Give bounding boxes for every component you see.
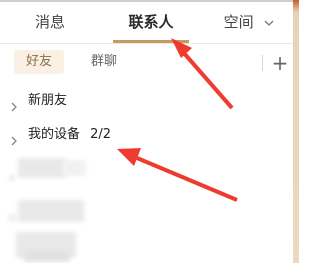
tab-space-label: 空间 xyxy=(223,13,254,31)
blurred-contact xyxy=(24,250,70,262)
window-edge-decoration xyxy=(293,0,299,263)
chevron-right-icon xyxy=(10,96,18,122)
blurred-contact xyxy=(18,158,66,178)
tab-contacts-label: 联系人 xyxy=(128,13,174,31)
chevron-right-icon xyxy=(10,130,18,156)
segment-groups-label: 群聊 xyxy=(90,54,117,69)
main-tabs: 消息 联系人 空间 xyxy=(0,2,293,43)
tab-messages[interactable]: 消息 xyxy=(18,2,82,42)
group-count: 2/2 xyxy=(90,127,112,142)
contacts-panel: 消息 联系人 空间 好友 群聊 + 新朋友 我的设备 2/2 xyxy=(0,0,299,263)
chevron-down-icon xyxy=(264,2,274,42)
tab-contacts[interactable]: 联系人 xyxy=(113,2,189,42)
tabs-divider xyxy=(0,43,293,44)
group-label: 我的设备 2/2 xyxy=(28,122,111,148)
contacts-segment-bar: 好友 群聊 + xyxy=(0,48,293,78)
group-new-friends[interactable]: 新朋友 xyxy=(0,88,293,114)
arrow-to-my-devices xyxy=(117,148,238,202)
blurred-contact xyxy=(62,160,86,176)
segment-groups[interactable]: 群聊 xyxy=(84,50,124,74)
add-contact-button[interactable]: + xyxy=(268,48,292,78)
tab-space[interactable]: 空间 xyxy=(213,2,285,42)
group-name: 我的设备 xyxy=(28,127,81,142)
segment-separator xyxy=(262,55,263,71)
group-my-devices[interactable]: 我的设备 2/2 xyxy=(0,122,293,148)
blurred-contact xyxy=(18,200,84,222)
blurred-contact xyxy=(10,176,14,180)
segment-friends-label: 好友 xyxy=(25,54,52,69)
tab-messages-label: 消息 xyxy=(34,13,65,31)
blurred-contact xyxy=(8,214,18,222)
group-name: 新朋友 xyxy=(28,93,68,108)
plus-icon: + xyxy=(271,51,289,75)
segment-friends[interactable]: 好友 xyxy=(14,50,64,74)
group-label: 新朋友 xyxy=(28,88,67,114)
